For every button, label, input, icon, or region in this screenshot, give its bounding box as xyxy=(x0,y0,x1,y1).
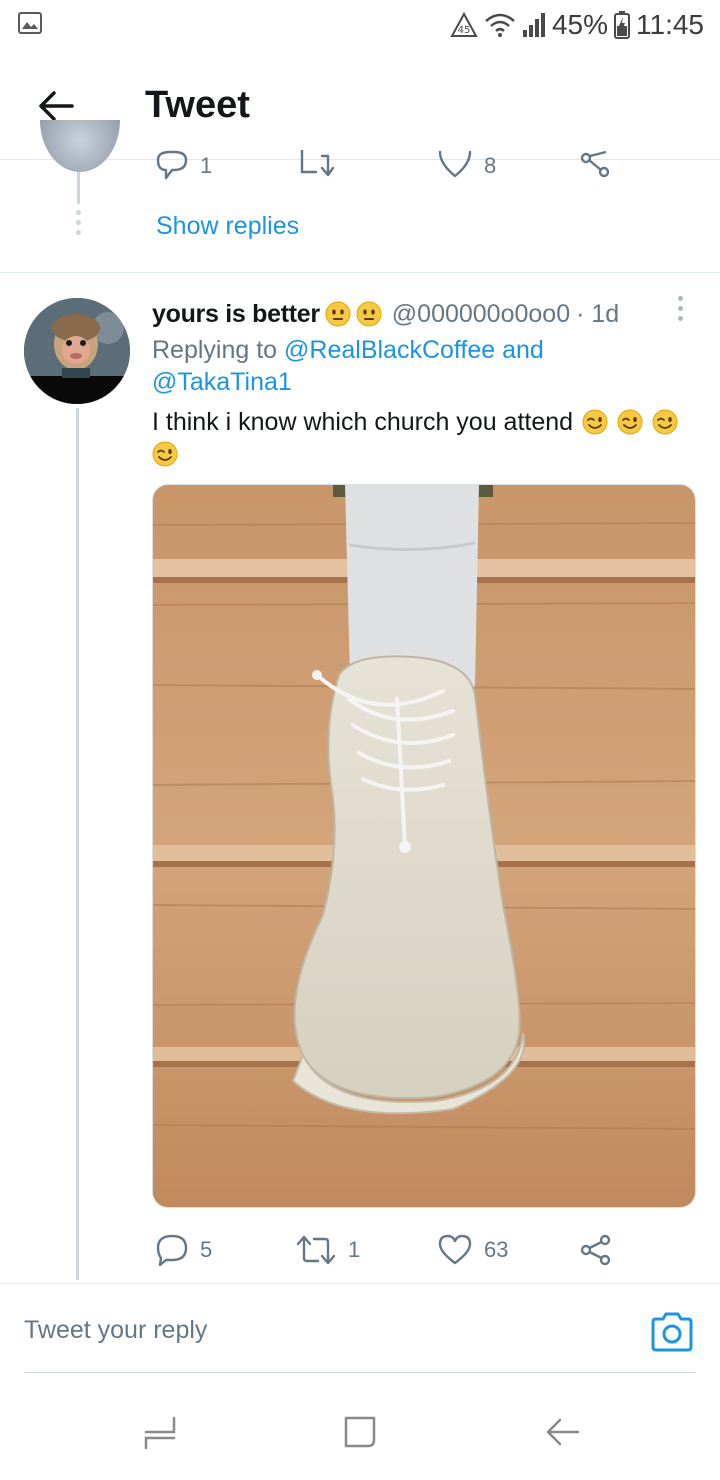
replying-and[interactable]: and xyxy=(502,336,544,364)
mention-link[interactable]: @TakaTina1 xyxy=(152,368,292,396)
previous-share-button[interactable] xyxy=(580,150,612,182)
winking-face-emoji xyxy=(617,409,643,435)
page-title: Tweet xyxy=(145,84,250,126)
reply-button[interactable]: 5 xyxy=(156,1234,212,1266)
heart-icon xyxy=(438,1234,472,1265)
system-nav-bar xyxy=(0,1390,720,1480)
like-button[interactable]: 63 xyxy=(438,1234,508,1266)
previous-reply-button[interactable]: 1 xyxy=(156,150,212,182)
tweet-actions: 5 1 63 xyxy=(0,1232,720,1272)
clock: 11:45 xyxy=(636,9,704,40)
tweet-media-image[interactable] xyxy=(152,484,696,1208)
recent-apps-icon[interactable] xyxy=(142,1414,178,1450)
previous-like-count: 8 xyxy=(484,153,497,178)
mention-link[interactable]: @RealBlackCoffee xyxy=(284,336,495,364)
neutral-face-emoji xyxy=(356,301,382,327)
timestamp: · 1d xyxy=(576,299,620,328)
thread-line xyxy=(76,408,79,1280)
reply-input[interactable]: Tweet your reply xyxy=(24,1316,207,1345)
previous-reply-count: 1 xyxy=(200,153,213,178)
data-saver-icon: 45 xyxy=(450,12,478,37)
tweet-header: yours is better @000000o0oo0 · 1d xyxy=(152,296,662,332)
winking-face-emoji xyxy=(582,409,608,435)
svg-text:45: 45 xyxy=(458,25,471,36)
share-icon xyxy=(580,1234,611,1266)
previous-tweet-actions: 1 8 xyxy=(0,150,720,184)
home-icon[interactable] xyxy=(342,1414,378,1450)
winking-face-emoji xyxy=(652,409,678,435)
tweet-text-content: I think i know which church you attend xyxy=(152,408,574,436)
gallery-icon xyxy=(18,12,42,34)
share-button[interactable] xyxy=(580,1234,612,1266)
divider xyxy=(24,1372,696,1373)
battery-icon xyxy=(614,11,630,39)
battery-percent: 45% xyxy=(551,9,608,40)
more-options-icon[interactable] xyxy=(674,296,686,326)
share-icon xyxy=(580,150,610,178)
retweet-icon xyxy=(296,1235,336,1265)
retweet-button[interactable]: 1 xyxy=(296,1234,360,1266)
previous-like-button[interactable]: 8 xyxy=(438,150,496,182)
display-name[interactable]: yours is better xyxy=(152,300,320,329)
signal-icon xyxy=(522,13,545,37)
divider xyxy=(0,1283,720,1284)
replying-to: Replying to @RealBlackCoffee and @TakaTi… xyxy=(152,334,692,398)
divider xyxy=(0,272,720,273)
retweet-icon xyxy=(300,150,334,177)
thread-dots xyxy=(74,210,82,240)
retweet-count: 1 xyxy=(348,1237,361,1262)
reply-icon xyxy=(156,150,188,180)
heart-icon xyxy=(438,150,472,178)
wifi-icon xyxy=(485,13,515,37)
avatar-image xyxy=(24,298,130,404)
status-indicators: 45 45% 11:45 xyxy=(450,8,704,42)
reply-count: 5 xyxy=(200,1237,213,1262)
neutral-face-emoji xyxy=(325,301,351,327)
avatar[interactable] xyxy=(24,298,130,404)
shoe-photo xyxy=(153,485,695,1207)
show-replies-link[interactable]: Show replies xyxy=(156,212,299,241)
camera-icon[interactable] xyxy=(650,1312,694,1352)
winking-face-emoji xyxy=(152,441,178,467)
previous-retweet-button[interactable] xyxy=(298,150,334,182)
handle[interactable]: @000000o0oo0 xyxy=(392,300,570,329)
tweet-text: I think i know which church you attend xyxy=(152,406,692,470)
status-bar: 45 45% 11:45 xyxy=(0,0,720,50)
back-icon[interactable] xyxy=(544,1414,580,1450)
replying-prefix: Replying to xyxy=(152,336,278,364)
like-count: 63 xyxy=(484,1237,509,1262)
reply-icon xyxy=(156,1234,188,1266)
